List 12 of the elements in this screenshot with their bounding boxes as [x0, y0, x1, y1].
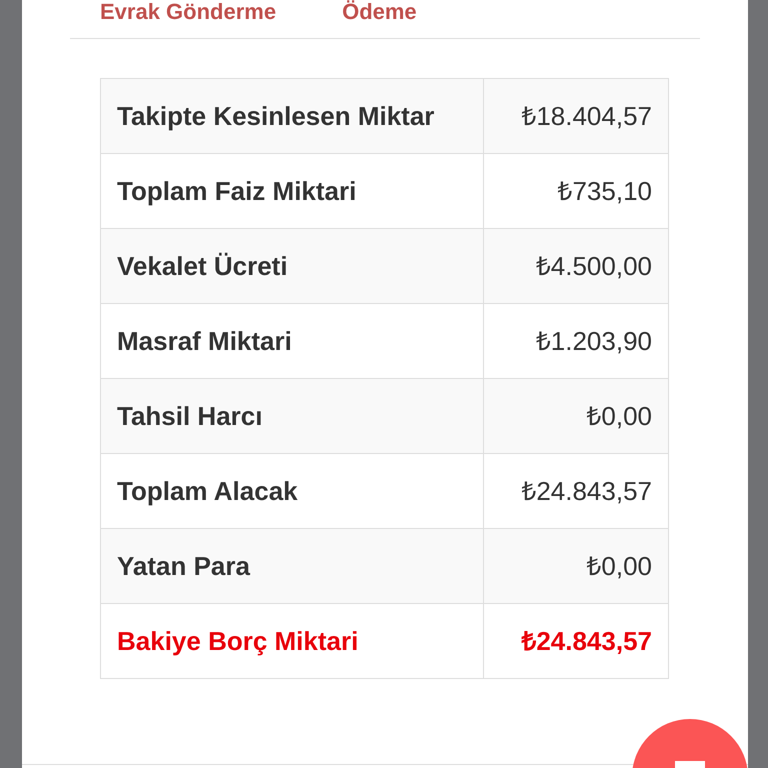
- label-cell: Vekalet Ücreti: [100, 228, 484, 304]
- label-cell: Takipte Kesinlesen Miktar: [100, 78, 484, 154]
- amount-cell: ₺0,00: [484, 378, 668, 454]
- amount-cell: ₺4.500,00: [484, 228, 668, 304]
- amount-cell: ₺0,00: [484, 528, 668, 604]
- label-cell: Bakiye Borç Miktari: [100, 604, 484, 678]
- amount-cell: ₺24.843,57: [484, 604, 668, 678]
- amount-cell: ₺18.404,57: [484, 78, 668, 154]
- label-cell: Tahsil Harcı: [100, 378, 484, 454]
- tab[interactable]: Ödeme: [342, 0, 417, 24]
- tab[interactable]: Evrak Gönderme: [100, 0, 276, 24]
- label-cell: Yatan Para: [100, 528, 484, 604]
